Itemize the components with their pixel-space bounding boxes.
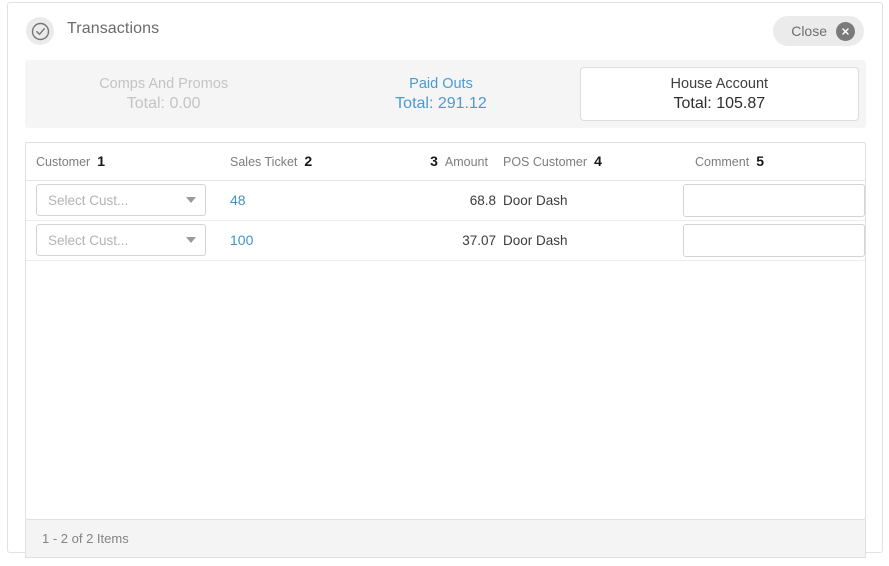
column-marker: 4 <box>594 153 602 170</box>
sales-ticket-link[interactable]: 100 <box>220 232 253 248</box>
transactions-dialog: Transactions Close Comps And Promos Tota… <box>7 2 883 558</box>
column-header-sales-ticket[interactable]: Sales Ticket 2 <box>220 143 410 181</box>
column-marker: 5 <box>756 153 764 170</box>
customer-select-placeholder: Select Cust... <box>48 232 129 248</box>
cell-customer: Select Cust... <box>26 220 220 261</box>
table-row: Select Cust... 100 37.07 Door Dash <box>26 220 865 261</box>
tab-paid-outs[interactable]: Paid Outs Total: 291.12 <box>302 60 579 128</box>
check-circle-icon <box>26 17 54 45</box>
cell-comment <box>681 180 865 221</box>
column-header-label: Amount <box>444 155 488 170</box>
page-title: Transactions <box>67 20 160 37</box>
tab-label: Comps And Promos <box>99 75 229 92</box>
tab-total: Total: 105.87 <box>673 94 766 112</box>
column-header-label: Customer <box>36 155 91 170</box>
cell-pos-customer: Door Dash <box>496 220 681 261</box>
column-header-label: Sales Ticket <box>230 155 298 170</box>
tab-house-account[interactable]: House Account Total: 105.87 <box>579 67 859 121</box>
sales-ticket-link[interactable]: 48 <box>220 192 246 208</box>
grid-footer: 1 - 2 of 2 Items <box>25 520 866 558</box>
tab-label: Paid Outs <box>409 75 473 92</box>
column-header-label: Comment <box>695 155 750 170</box>
column-header-label: POS Customer <box>503 155 588 170</box>
column-header-pos-customer[interactable]: POS Customer 4 <box>496 143 681 181</box>
tab-label: House Account <box>670 75 769 92</box>
column-marker: 2 <box>304 153 313 170</box>
cell-comment <box>681 220 865 261</box>
column-header-customer[interactable]: Customer 1 <box>26 143 220 181</box>
chevron-down-icon <box>186 197 196 203</box>
comment-input[interactable] <box>683 183 865 217</box>
customer-select[interactable]: Select Cust... <box>36 224 206 256</box>
summary-tabstrip: Comps And Promos Total: 0.00 Paid Outs T… <box>25 60 866 128</box>
column-header-comment[interactable]: Comment 5 <box>681 143 865 181</box>
item-count-label: 1 - 2 of 2 Items <box>42 531 129 546</box>
comment-input[interactable] <box>683 223 865 257</box>
cell-customer: Select Cust... <box>26 180 220 221</box>
customer-select[interactable]: Select Cust... <box>36 184 206 216</box>
table-header-row: Customer 1 Sales Ticket 2 3 Amount POS C… <box>26 143 865 181</box>
cell-pos-customer: Door Dash <box>496 180 681 221</box>
cell-sales-ticket: 100 <box>220 220 410 261</box>
chevron-down-icon <box>186 237 196 243</box>
tab-comps-and-promos[interactable]: Comps And Promos Total: 0.00 <box>25 60 302 128</box>
column-marker: 3 <box>430 153 438 170</box>
close-button[interactable]: Close <box>773 16 864 46</box>
tab-total: Total: 291.12 <box>395 94 487 112</box>
transactions-grid: Customer 1 Sales Ticket 2 3 Amount POS C… <box>25 142 866 520</box>
cell-sales-ticket: 48 <box>220 180 410 221</box>
column-header-amount[interactable]: 3 Amount <box>410 143 496 181</box>
close-button-label: Close <box>791 23 827 39</box>
tab-total: Total: 0.00 <box>126 94 201 112</box>
transactions-table: Customer 1 Sales Ticket 2 3 Amount POS C… <box>26 143 865 261</box>
cell-amount: 68.8 <box>410 180 496 221</box>
close-circle-icon <box>836 21 855 41</box>
table-row: Select Cust... 48 68.8 Door Dash <box>26 180 865 221</box>
cell-amount: 37.07 <box>410 220 496 261</box>
dialog-titlebar: Transactions Close <box>8 3 882 57</box>
customer-select-placeholder: Select Cust... <box>48 192 129 208</box>
column-marker: 1 <box>97 153 105 170</box>
